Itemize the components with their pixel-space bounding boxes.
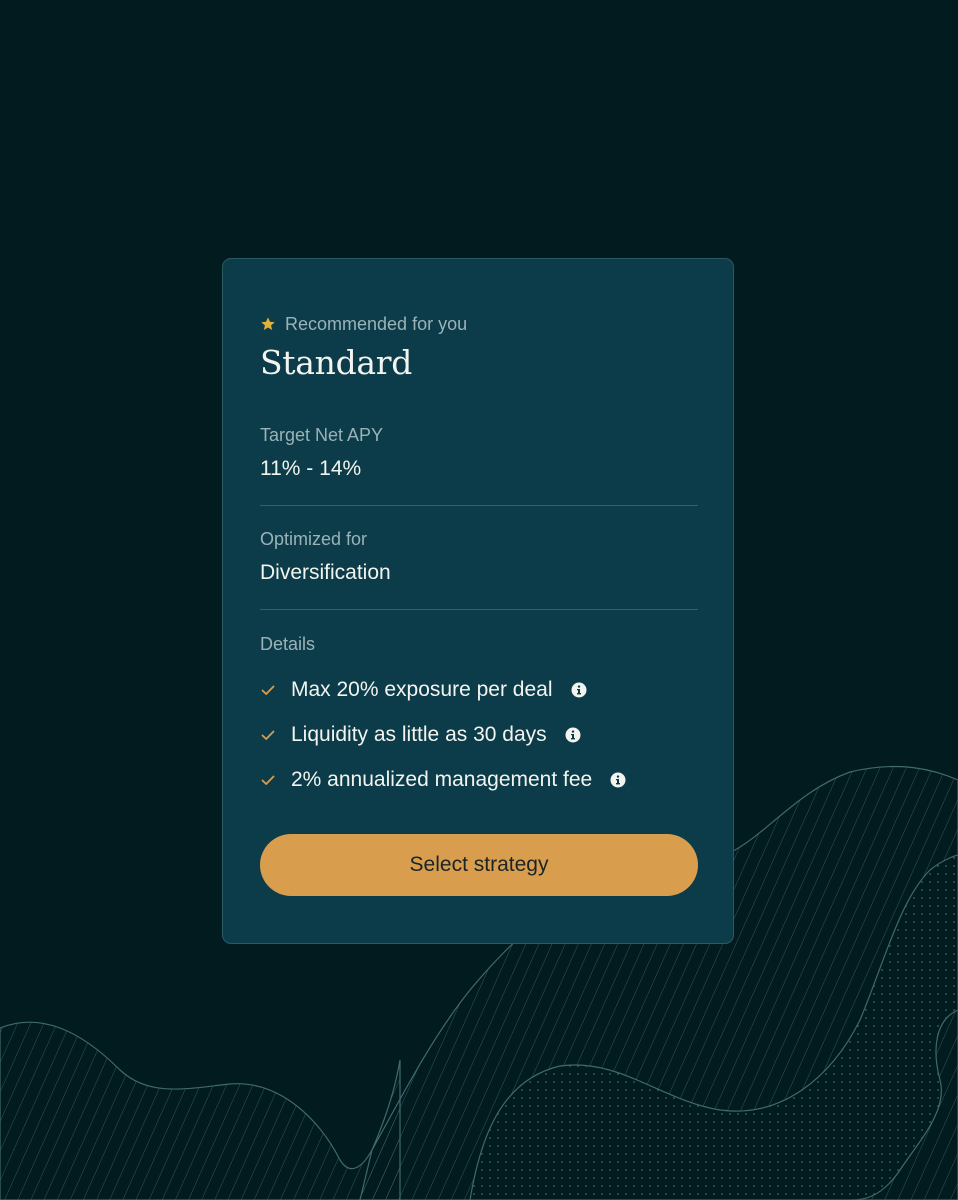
- optimized-label: Optimized for: [260, 529, 368, 549]
- strategy-card: Recommended for you Standard Target Net …: [222, 258, 734, 944]
- detail-text: 2% annualized management fee: [291, 768, 593, 791]
- info-icon[interactable]: [571, 682, 587, 698]
- details-label: Details: [260, 634, 316, 654]
- check-icon: [260, 772, 276, 788]
- detail-item: Max 20% exposure per deal: [260, 675, 587, 705]
- check-icon: [260, 727, 276, 743]
- info-icon[interactable]: [610, 772, 626, 788]
- apy-label: Target Net APY: [260, 425, 384, 445]
- plan-title: Standard: [260, 343, 413, 382]
- detail-text: Max 20% exposure per deal: [291, 678, 553, 701]
- hatched-hill-left: [0, 1021, 401, 1200]
- recommended-label: Recommended for you: [285, 313, 468, 334]
- detail-text: Liquidity as little as 30 days: [291, 723, 547, 746]
- apy-value: 11% - 14%: [260, 457, 362, 480]
- info-icon[interactable]: [565, 727, 581, 743]
- detail-item: 2% annualized management fee: [260, 765, 626, 795]
- select-strategy-button[interactable]: Select strategy: [260, 834, 698, 896]
- detail-item: Liquidity as little as 30 days: [260, 720, 581, 750]
- recommended-badge: Recommended for you: [260, 311, 467, 337]
- divider: [260, 505, 698, 506]
- star-icon: [260, 316, 276, 332]
- optimized-value: Diversification: [260, 561, 391, 584]
- divider: [260, 609, 698, 610]
- check-icon: [260, 682, 276, 698]
